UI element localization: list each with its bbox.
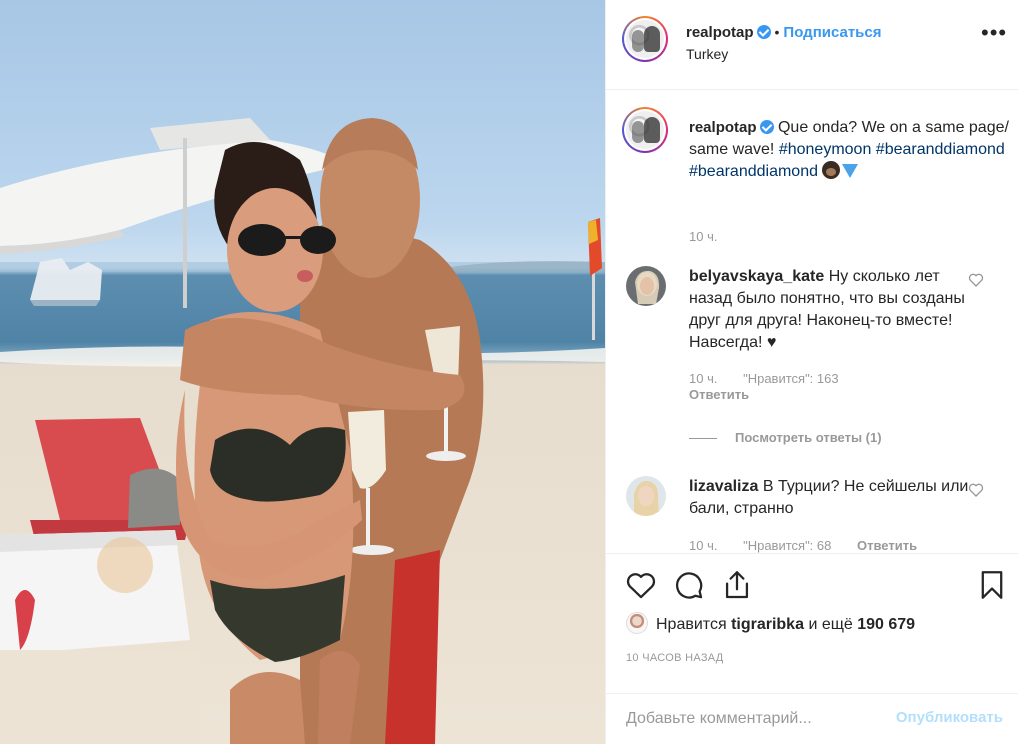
commenter-avatar[interactable] [626,266,666,306]
comment-meta: 10 ч. "Нравится": 68 Ответить [689,538,939,553]
post-actions: Нравится tigraribka и ещё 190 679 10 ЧАС… [606,553,1018,693]
like-comment-heart-icon[interactable] [968,482,984,498]
gem-emoji-icon [842,164,859,178]
liker-avatar[interactable] [626,612,648,634]
likes-prefix: Нравится [656,616,727,633]
likes-count[interactable]: 190 679 [857,616,915,633]
beach-couple-photo [0,118,605,744]
view-replies-button[interactable]: Посмотреть ответы (1) [689,430,882,445]
like-heart-icon[interactable] [624,568,658,602]
comment-text: lizavaliza В Турции? Не сейшелы или бали… [689,476,969,520]
add-comment-bar: Опубликовать [606,693,1018,744]
publish-button[interactable]: Опубликовать [896,709,1003,726]
hashtag-link[interactable]: #bearanddiamond [689,163,818,180]
reply-button[interactable]: Ответить [689,387,749,402]
comment-meta: 10 ч. "Нравится": 163 [689,371,861,386]
comment-text: belyavskaya_kate Ну сколько лет назад бы… [689,266,969,354]
post-header: realpotap • Подписаться Turkey ••• [606,0,1018,90]
follow-button[interactable]: Подписаться [783,24,881,41]
hashtag-link[interactable]: #honeymoon [779,141,872,158]
comment-likes[interactable]: "Нравится": 68 [743,538,831,553]
caption-author-avatar[interactable] [622,107,668,153]
like-comment-heart-icon[interactable] [968,272,984,288]
author-avatar[interactable] [622,16,668,62]
comment-time[interactable]: 10 ч. [689,371,717,386]
more-options-icon[interactable]: ••• [981,22,1006,50]
likes-middle: и ещё [808,616,853,633]
comment-bubble-icon[interactable] [672,568,706,602]
hashtag-link[interactable]: #bearanddiamond [876,141,1005,158]
commenter-avatar[interactable] [626,476,666,516]
comment-likes[interactable]: "Нравится": 163 [743,371,839,386]
posted-time[interactable]: 10 ЧАСОВ НАЗАД [626,652,724,664]
liker-username[interactable]: tigraribka [731,616,804,633]
caption-time[interactable]: 10 ч. [689,229,717,244]
post-photo[interactable] [0,0,605,744]
verified-badge-icon [756,25,771,39]
author-username[interactable]: realpotap [686,24,754,41]
header-user-line: realpotap • Подписаться [686,24,882,42]
caption-username[interactable]: realpotap [689,119,757,136]
share-icon[interactable] [720,568,754,602]
comments-section[interactable]: realpotap Que onda? We on a same page/ s… [606,91,1018,553]
comment-time[interactable]: 10 ч. [689,538,717,553]
reply-button[interactable]: Ответить [857,538,917,553]
post-side-panel: realpotap • Подписаться Turkey ••• realpot… [605,0,1018,744]
location-link[interactable]: Turkey [686,46,728,62]
bear-emoji-icon [822,161,841,179]
commenter-username[interactable]: lizavaliza [689,478,758,495]
comment-input[interactable] [626,706,886,732]
save-bookmark-icon[interactable] [975,568,1009,602]
caption-text: realpotap Que onda? We on a same page/ s… [689,117,1009,183]
commenter-username[interactable]: belyavskaya_kate [689,268,824,285]
separator-dot: • [774,24,780,40]
likes-summary: Нравится tigraribka и ещё 190 679 [626,612,915,634]
verified-badge-icon [759,120,774,134]
